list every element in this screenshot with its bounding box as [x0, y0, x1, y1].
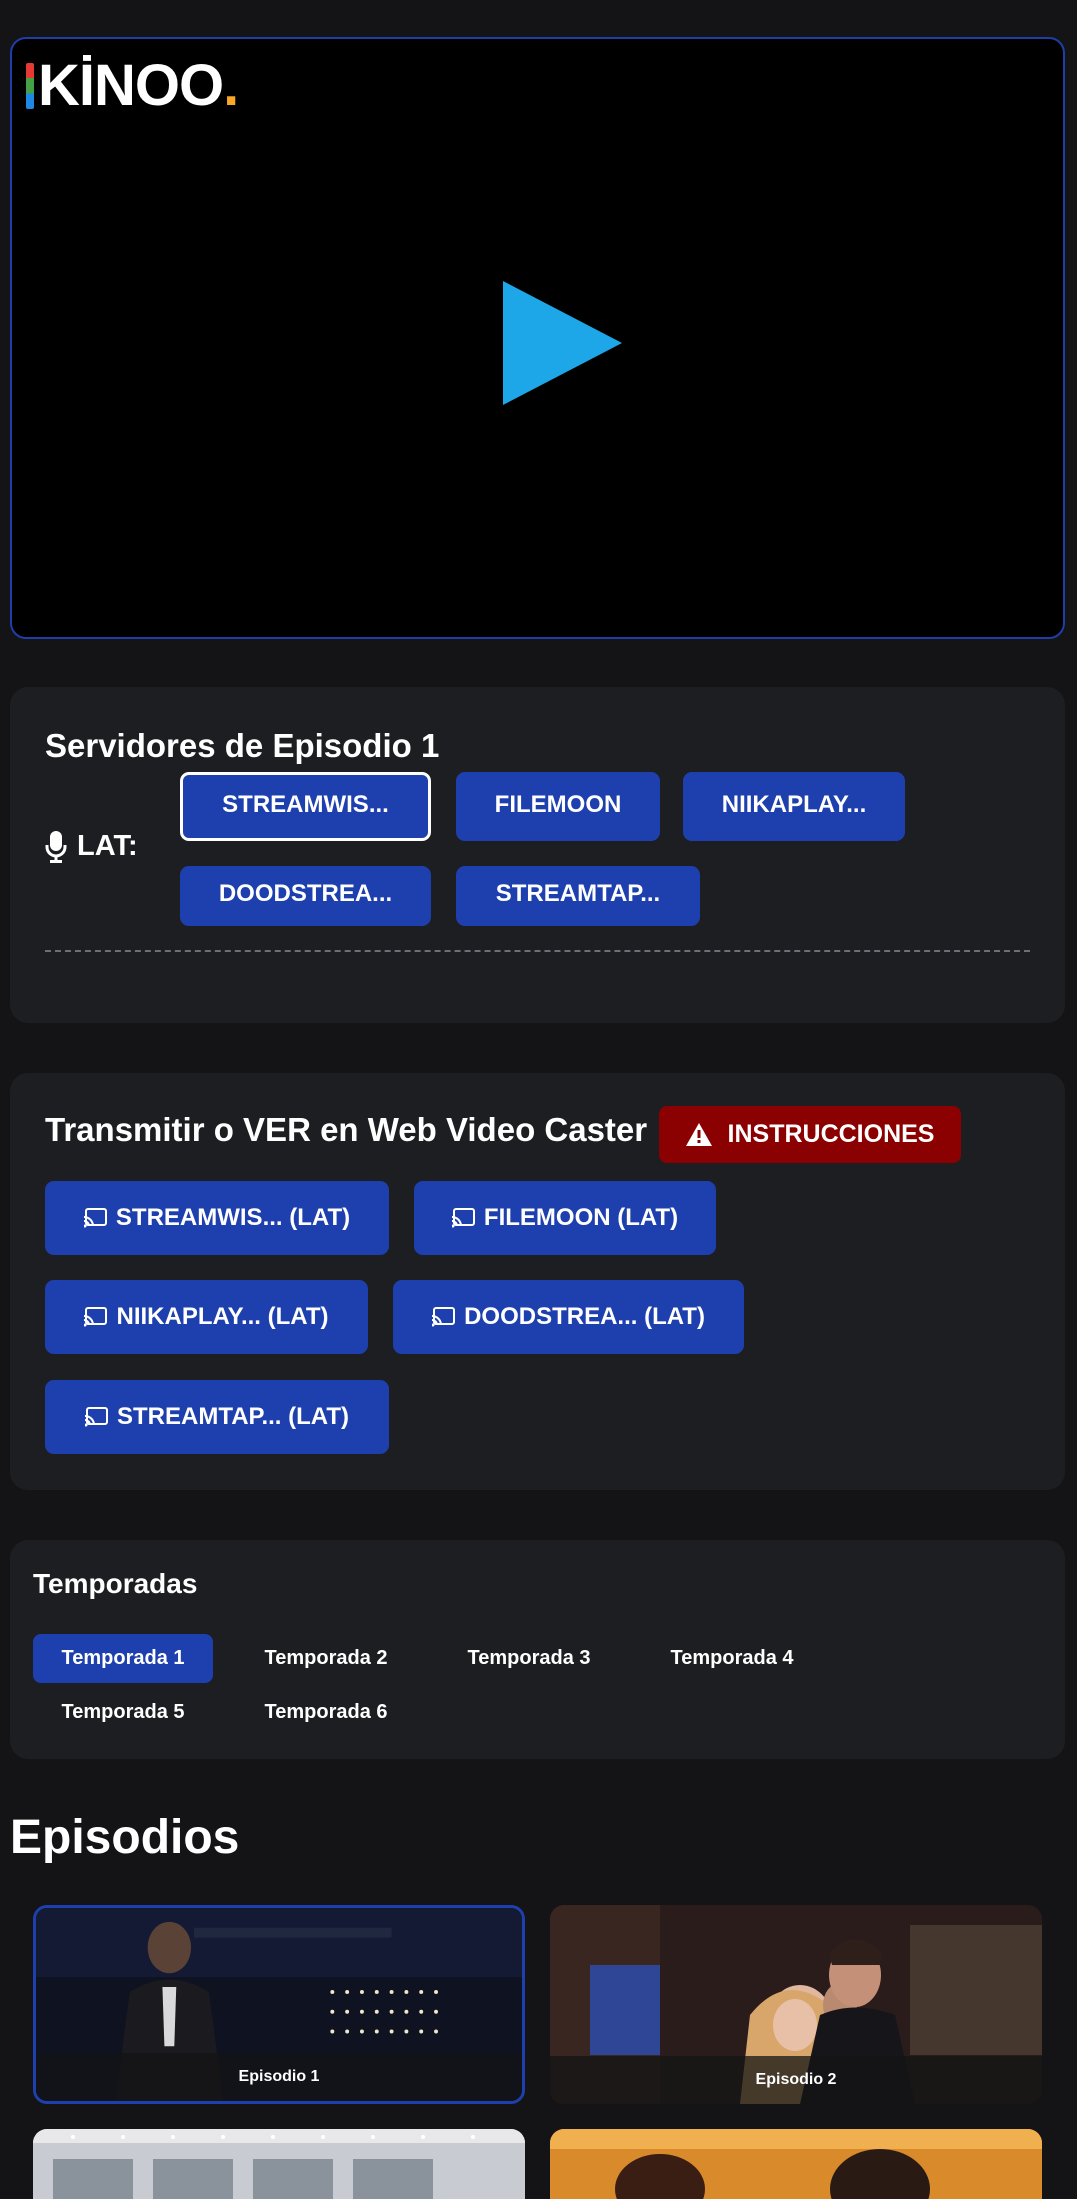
- servers-section: Servidores de Episodio 1 LAT: STREAMWIS.…: [10, 687, 1065, 1023]
- season-tab-3[interactable]: Temporada 3: [439, 1634, 619, 1683]
- episode-thumbnail: [550, 2129, 1042, 2199]
- language-label: LAT:: [45, 830, 138, 863]
- server-button-streamwish[interactable]: STREAMWIS...: [180, 772, 431, 841]
- play-icon[interactable]: [492, 273, 632, 413]
- episode-card-4[interactable]: [550, 2129, 1042, 2199]
- server-button-streamtape[interactable]: STREAMTAP...: [456, 866, 700, 926]
- instructions-label: INSTRUCCIONES: [727, 1120, 935, 1148]
- page: KİNOO . Servidores de Episodio 1 LAT: ST…: [0, 0, 1077, 2199]
- cast-button-doodstream[interactable]: DOODSTREA... (LAT): [393, 1280, 744, 1354]
- cast-button-niikaplay[interactable]: NIIKAPLAY... (LAT): [45, 1280, 368, 1354]
- instructions-button[interactable]: INSTRUCCIONES: [659, 1106, 961, 1163]
- servers-title: Servidores de Episodio 1: [45, 727, 440, 764]
- cast-button-streamwish[interactable]: STREAMWIS... (LAT): [45, 1181, 389, 1255]
- episode-caption: Episodio 2: [550, 2056, 1042, 2104]
- server-button-doodstream[interactable]: DOODSTREA...: [180, 866, 431, 926]
- cast-button-filemoon[interactable]: FILEMOON (LAT): [414, 1181, 716, 1255]
- cast-button-label: STREAMTAP... (LAT): [117, 1403, 349, 1430]
- episode-card-2[interactable]: Episodio 2: [550, 1905, 1042, 2104]
- season-tab-1[interactable]: Temporada 1: [33, 1634, 213, 1683]
- cast-icon: [85, 1407, 108, 1427]
- warning-icon: [685, 1123, 712, 1146]
- episode-caption: Episodio 1: [36, 2053, 522, 2101]
- cast-button-label: STREAMWIS... (LAT): [115, 1204, 351, 1231]
- logo-color-bar: [26, 63, 34, 109]
- server-button-niikaplay[interactable]: NIIKAPLAY...: [683, 772, 905, 841]
- video-player[interactable]: KİNOO .: [10, 37, 1065, 639]
- cast-icon: [84, 1307, 108, 1327]
- cast-icon: [432, 1307, 456, 1327]
- episode-card-3[interactable]: [33, 2129, 525, 2199]
- episode-card-1[interactable]: Episodio 1: [33, 1905, 525, 2104]
- seasons-title: Temporadas: [33, 1568, 198, 1599]
- cast-button-label: FILEMOON (LAT): [483, 1204, 679, 1231]
- season-tab-2[interactable]: Temporada 2: [236, 1634, 416, 1683]
- cast-title: Transmitir o VER en Web Video Caster: [45, 1111, 648, 1148]
- language-text: LAT:: [77, 830, 138, 862]
- divider: [45, 950, 1030, 952]
- episode-thumbnail: [33, 2129, 525, 2199]
- seasons-section: Temporadas Temporada 1 Temporada 2 Tempo…: [10, 1540, 1065, 1759]
- kinoo-logo: KİNOO .: [26, 53, 239, 118]
- cast-icon: [451, 1208, 475, 1228]
- cast-section: Transmitir o VER en Web Video Caster INS…: [10, 1073, 1065, 1490]
- logo-text: KİNOO: [38, 53, 224, 118]
- cast-button-label: DOODSTREA... (LAT): [464, 1303, 705, 1330]
- season-tab-5[interactable]: Temporada 5: [33, 1688, 213, 1737]
- logo-dot: .: [223, 53, 239, 118]
- season-tab-6[interactable]: Temporada 6: [236, 1688, 416, 1737]
- server-button-filemoon[interactable]: FILEMOON: [456, 772, 660, 841]
- cast-button-streamtape[interactable]: STREAMTAP... (LAT): [45, 1380, 389, 1454]
- microphone-icon: [45, 830, 67, 863]
- cast-button-label: NIIKAPLAY... (LAT): [116, 1303, 329, 1330]
- episodes-title: Episodios: [10, 1811, 240, 1864]
- cast-icon: [83, 1208, 107, 1228]
- season-tab-4[interactable]: Temporada 4: [642, 1634, 822, 1683]
